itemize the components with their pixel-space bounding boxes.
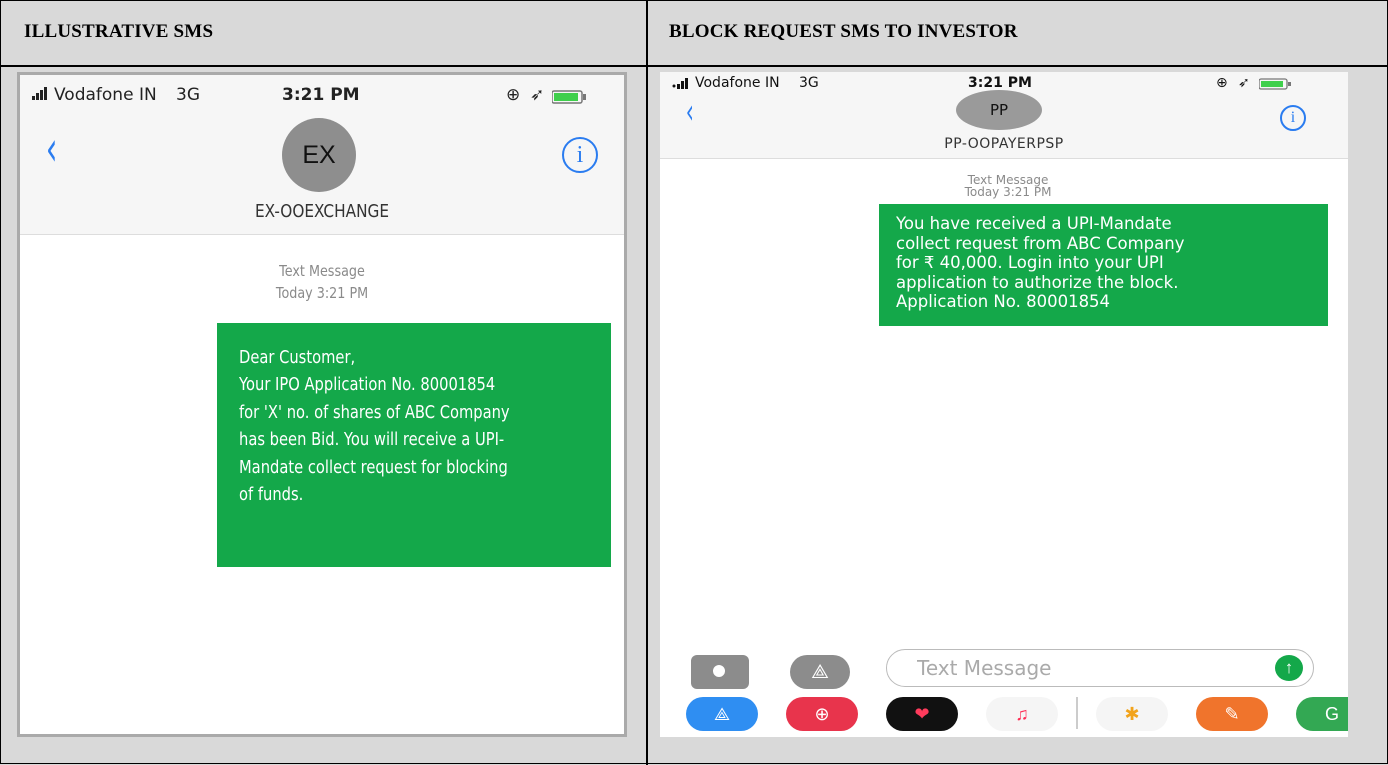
- column-divider: [646, 1, 648, 765]
- message-timestamp: Today 3:21 PM: [964, 185, 1052, 199]
- sender-name: PP-OOPAYERPSP: [944, 136, 1064, 152]
- location-icon: ➶: [1238, 75, 1250, 91]
- maps-icon[interactable]: G: [1296, 697, 1348, 731]
- garageband-icon[interactable]: ✎: [1196, 697, 1268, 731]
- photos-icon[interactable]: ✱: [1096, 697, 1168, 731]
- block-request-sms-screenshot: Vodafone IN 3G 3:21 PM ⊕ ➶ ‹ PP PP-OOPAY…: [660, 72, 1348, 737]
- message-type-label: Text Message: [279, 262, 365, 280]
- dock-separator: [1076, 697, 1078, 729]
- lock-rotation-icon: ⊕: [1216, 75, 1228, 91]
- message-line: Dear Customer,: [239, 348, 356, 368]
- conversation-header: Vodafone IN 3G 3:21 PM ⊕ ➶ ‹ EX EX-OOEXC…: [20, 75, 624, 235]
- carrier-name: Vodafone IN: [54, 85, 157, 105]
- message-line: collect request from ABC Company: [896, 233, 1185, 253]
- message-bubble: You have received a UPI-Mandate collect …: [879, 204, 1328, 326]
- avatar[interactable]: PP: [956, 90, 1042, 130]
- message-line: for ₹ 40,000. Login into your UPI: [896, 253, 1164, 272]
- illustrative-sms-screenshot: Vodafone IN 3G 3:21 PM ⊕ ➶ ‹ EX EX-OOEXC…: [17, 72, 627, 737]
- message-input[interactable]: [915, 655, 1239, 681]
- signal-icon: [672, 77, 692, 93]
- conversation-header: Vodafone IN 3G 3:21 PM ⊕ ➶ ‹ PP PP-OOPAY…: [660, 72, 1348, 159]
- header-divider: [1, 65, 1388, 67]
- lock-rotation-icon: ⊕: [506, 85, 521, 105]
- back-chevron-icon[interactable]: ‹: [686, 95, 694, 129]
- battery-icon: [1258, 78, 1295, 94]
- app-store-icon[interactable]: ⟁: [686, 697, 758, 731]
- message-composer: ⟁ ↑ ⟁ ⊕ ❤ ♫ ✱ ✎ G: [660, 647, 1348, 737]
- status-time: 3:21 PM: [968, 75, 1032, 91]
- camera-icon[interactable]: [691, 655, 749, 689]
- message-line: for 'X' no. of shares of ABC Company: [239, 402, 510, 423]
- sender-name: EX-OOEXCHANGE: [254, 201, 390, 222]
- digital-touch-icon[interactable]: ❤: [886, 697, 958, 731]
- message-line: You have received a UPI-Mandate: [896, 214, 1172, 233]
- carrier-name: Vodafone IN: [695, 75, 780, 91]
- message-line: of funds.: [239, 485, 304, 506]
- music-icon[interactable]: ♫: [986, 697, 1058, 731]
- send-arrow-icon[interactable]: ↑: [1275, 655, 1303, 681]
- message-bubble: Dear Customer, Your IPO Application No. …: [217, 323, 611, 567]
- status-time: 3:21 PM: [282, 85, 360, 105]
- col2-header: BLOCK REQUEST SMS TO INVESTOR: [669, 21, 1018, 42]
- avatar-initials: PP: [989, 101, 1009, 119]
- network-type: 3G: [799, 75, 819, 91]
- col1-header: ILLUSTRATIVE SMS: [24, 21, 214, 42]
- message-line: Your IPO Application No. 80001854: [239, 375, 496, 396]
- app-store-icon[interactable]: ⟁: [790, 655, 850, 689]
- info-icon[interactable]: i: [1280, 105, 1306, 131]
- avatar-initials: EX: [302, 140, 336, 169]
- signal-icon: [32, 85, 52, 105]
- message-line: has been Bid. You will receive a UPI-: [239, 430, 505, 451]
- avatar[interactable]: EX: [282, 118, 356, 192]
- network-type: 3G: [176, 85, 200, 105]
- message-meta: Text Message Today 3:21 PM: [918, 174, 1098, 198]
- message-meta: Text Message Today 3:21 PM: [65, 260, 578, 304]
- web-search-icon[interactable]: ⊕: [786, 697, 858, 731]
- message-input-field[interactable]: ↑: [886, 649, 1314, 687]
- back-chevron-icon[interactable]: ‹: [46, 125, 58, 173]
- message-line: application to authorize the block.: [896, 272, 1179, 292]
- location-icon: ➶: [530, 85, 545, 105]
- info-icon[interactable]: i: [562, 137, 598, 173]
- message-timestamp: Today 3:21 PM: [275, 284, 369, 302]
- message-line: Mandate collect request for blocking: [239, 457, 508, 478]
- imessage-app-drawer: ⟁ ⊕ ❤ ♫ ✱ ✎ G: [660, 697, 1348, 737]
- battery-icon: [551, 89, 592, 109]
- message-line: Application No. 80001854: [896, 292, 1111, 311]
